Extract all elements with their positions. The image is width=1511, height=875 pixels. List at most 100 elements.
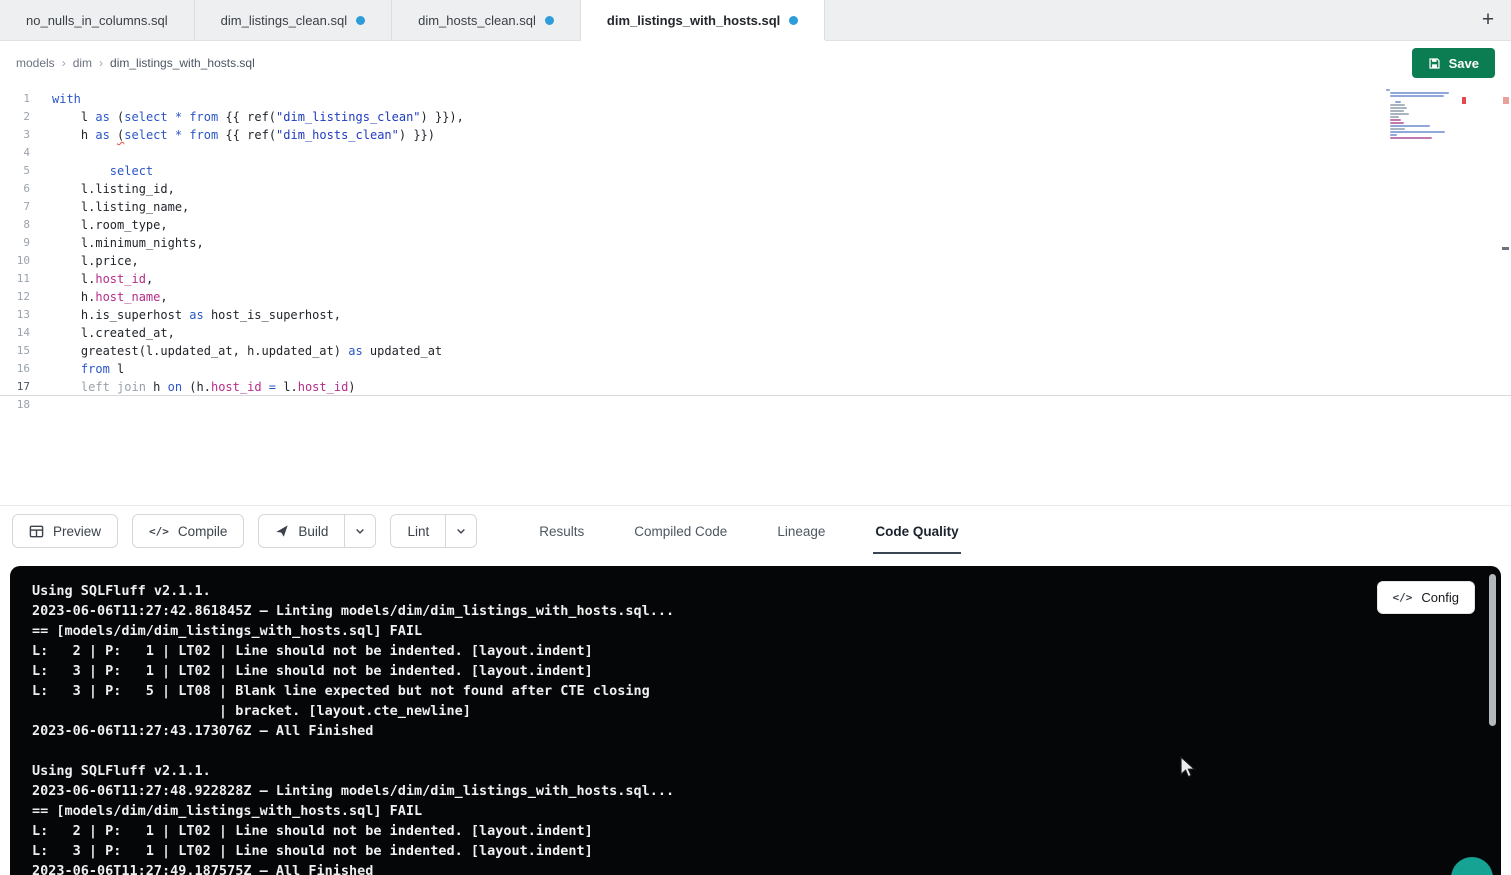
breadcrumb: models›dim›dim_listings_with_hosts.sql — [16, 56, 255, 70]
line-number: 5 — [0, 162, 30, 180]
code-token: on — [168, 380, 182, 394]
line-number: 7 — [0, 198, 30, 216]
result-tabs: Results Compiled Code Lineage Code Quality — [537, 506, 960, 556]
lint-dropdown-button[interactable] — [445, 514, 477, 548]
code-token: greatest(l.updated_at, h.updated_at) — [52, 344, 348, 358]
code-line[interactable]: 1with — [0, 90, 1511, 108]
code-line[interactable]: 17 left join h on (h.host_id = l.host_id… — [0, 378, 1511, 396]
terminal-line: 2023-06-06T11:27:42.861845Z — Linting mo… — [32, 601, 1479, 621]
line-number: 10 — [0, 252, 30, 270]
code-line[interactable]: 8 l.room_type, — [0, 216, 1511, 234]
terminal-scrollbar[interactable] — [1489, 574, 1496, 726]
code-token: (h. — [182, 380, 211, 394]
lint-button[interactable]: Lint — [390, 514, 446, 548]
unsaved-changes-dot-icon — [356, 16, 365, 25]
tab-label: dim_hosts_clean.sql — [418, 13, 536, 28]
terminal-line: L: 2 | P: 1 | LT02 | Line should not be … — [32, 641, 1479, 661]
minimap[interactable] — [1386, 89, 1462, 143]
code-token: from — [189, 128, 218, 142]
code-line[interactable]: 7 l.listing_name, — [0, 198, 1511, 216]
terminal-line: L: 3 | P: 5 | LT08 | Blank line expected… — [32, 681, 1479, 701]
build-button[interactable]: Build — [258, 514, 345, 548]
code-line[interactable]: 18 — [0, 396, 1511, 414]
code-token: l — [52, 110, 95, 124]
code-text — [30, 144, 52, 162]
build-dropdown-button[interactable] — [344, 514, 376, 548]
new-tab-button[interactable]: + — [1465, 0, 1511, 40]
code-line[interactable]: 5 select — [0, 162, 1511, 180]
line-number: 2 — [0, 108, 30, 126]
chevron-down-icon — [455, 525, 467, 537]
minimap-line — [1390, 131, 1445, 133]
compile-button[interactable]: </> Compile — [132, 514, 244, 548]
tab-compiled-code[interactable]: Compiled Code — [632, 509, 729, 554]
code-token: host_id — [298, 380, 349, 394]
line-number: 3 — [0, 126, 30, 144]
preview-button-label: Preview — [53, 524, 101, 539]
minimap-line — [1390, 119, 1401, 121]
code-line[interactable]: 6 l.listing_id, — [0, 180, 1511, 198]
line-number: 13 — [0, 306, 30, 324]
code-text: greatest(l.updated_at, h.updated_at) as … — [30, 342, 442, 360]
code-line[interactable]: 12 h.host_name, — [0, 288, 1511, 306]
code-token: select — [124, 110, 167, 124]
editor-toolbar: Preview </> Compile Build Lint Results Co… — [0, 505, 1511, 556]
line-number: 9 — [0, 234, 30, 252]
terminal-line: 2023-06-06T11:27:43.173076Z — All Finish… — [32, 721, 1479, 741]
code-token: l.listing_id, — [52, 182, 175, 196]
code-token: l.listing_name, — [52, 200, 189, 214]
code-line[interactable]: 4 — [0, 144, 1511, 162]
preview-grid-icon — [29, 524, 44, 539]
code-token: as — [95, 128, 109, 142]
line-number: 17 — [0, 378, 30, 395]
code-line[interactable]: 14 l.created_at, — [0, 324, 1511, 342]
terminal-line: L: 3 | P: 1 | LT02 | Line should not be … — [32, 841, 1479, 861]
editor-code-lines: 1with2 l as (select * from {{ ref("dim_l… — [0, 90, 1511, 414]
code-token: select — [124, 128, 167, 142]
build-button-label: Build — [298, 524, 328, 539]
tab-lineage[interactable]: Lineage — [775, 509, 827, 554]
tab-bar: no_nulls_in_columns.sqldim_listings_clea… — [0, 0, 1511, 41]
unsaved-changes-dot-icon — [789, 16, 798, 25]
breadcrumb-item: models — [16, 56, 55, 70]
code-text: from l — [30, 360, 124, 378]
code-text: l as (select * from {{ ref("dim_listings… — [30, 108, 464, 126]
editor-tab-no-nulls-in-columns-sql[interactable]: no_nulls_in_columns.sql — [0, 0, 195, 40]
line-number: 12 — [0, 288, 30, 306]
code-line[interactable]: 16 from l — [0, 360, 1511, 378]
code-line[interactable]: 10 l.price, — [0, 252, 1511, 270]
code-text: l.created_at, — [30, 324, 175, 342]
code-line[interactable]: 9 l.minimum_nights, — [0, 234, 1511, 252]
preview-button[interactable]: Preview — [12, 514, 118, 548]
line-number: 4 — [0, 144, 30, 162]
code-line[interactable]: 15 greatest(l.updated_at, h.updated_at) … — [0, 342, 1511, 360]
code-token — [168, 110, 175, 124]
config-button[interactable]: </> Config — [1377, 581, 1475, 614]
minimap-line — [1390, 107, 1407, 109]
minimap-line — [1390, 110, 1403, 112]
code-line[interactable]: 11 l.host_id, — [0, 270, 1511, 288]
minimap-line — [1390, 134, 1397, 136]
editor-tab-dim-listings-with-hosts-sql[interactable]: dim_listings_with_hosts.sql — [581, 0, 825, 40]
code-text: h.host_name, — [30, 288, 168, 306]
tab-results[interactable]: Results — [537, 509, 586, 554]
code-token: ( — [110, 110, 124, 124]
code-line[interactable]: 13 h.is_superhost as host_is_superhost, — [0, 306, 1511, 324]
code-token: host_id — [95, 272, 146, 286]
tab-code-quality[interactable]: Code Quality — [873, 509, 960, 554]
code-text: with — [30, 90, 81, 108]
editor-tab-dim-listings-clean-sql[interactable]: dim_listings_clean.sql — [195, 0, 392, 40]
code-token: from — [81, 362, 110, 376]
editor-scrollbar[interactable] — [1501, 85, 1511, 505]
code-line[interactable]: 2 l as (select * from {{ ref("dim_listin… — [0, 108, 1511, 126]
code-editor[interactable]: 1with2 l as (select * from {{ ref("dim_l… — [0, 85, 1511, 505]
code-token: from — [189, 110, 218, 124]
file-path-bar: models›dim›dim_listings_with_hosts.sql S… — [0, 41, 1511, 85]
editor-tab-dim-hosts-clean-sql[interactable]: dim_hosts_clean.sql — [392, 0, 581, 40]
breadcrumb-separator-icon: › — [62, 56, 66, 70]
code-token: h — [146, 380, 168, 394]
terminal-line: 2023-06-06T11:27:49.187575Z — All Finish… — [32, 861, 1479, 875]
save-button[interactable]: Save — [1412, 48, 1495, 78]
line-number: 11 — [0, 270, 30, 288]
code-line[interactable]: 3 h as (select * from {{ ref("dim_hosts_… — [0, 126, 1511, 144]
